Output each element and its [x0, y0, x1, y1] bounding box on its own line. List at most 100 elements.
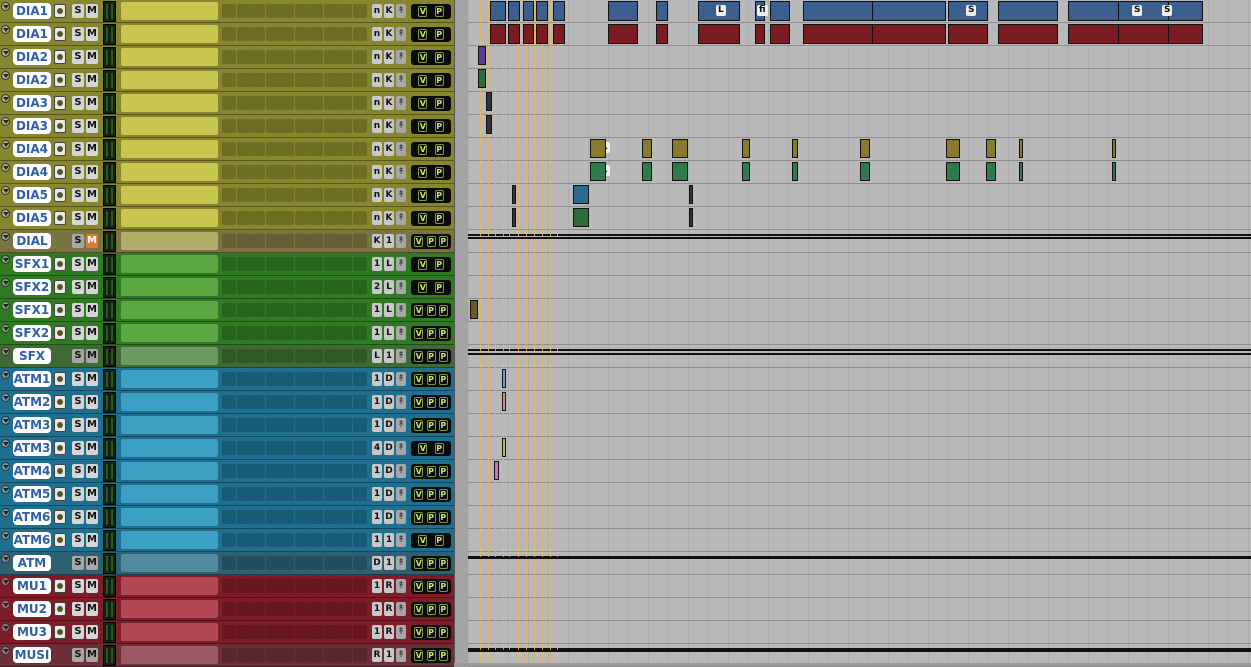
- input-label[interactable]: R: [372, 648, 382, 662]
- record-enable-button[interactable]: [54, 487, 66, 501]
- audio-clip[interactable]: [986, 139, 996, 158]
- output-label[interactable]: 1: [384, 234, 394, 248]
- send-slot[interactable]: [294, 27, 309, 41]
- send-slot[interactable]: [338, 441, 352, 455]
- send-slot[interactable]: [265, 418, 280, 432]
- expand-toggle-icon[interactable]: [1, 623, 10, 632]
- audio-clip[interactable]: [553, 24, 565, 44]
- send-slot[interactable]: [222, 188, 236, 202]
- send-slot[interactable]: [338, 372, 352, 386]
- playlist-button[interactable]: P: [426, 351, 436, 362]
- send-slot[interactable]: [338, 4, 352, 18]
- output-label[interactable]: D: [384, 372, 394, 386]
- send-slot[interactable]: [323, 96, 338, 110]
- send-slot[interactable]: [309, 119, 323, 133]
- send-slot[interactable]: [309, 303, 323, 317]
- mute-button[interactable]: M: [86, 441, 98, 455]
- input-label[interactable]: n: [372, 119, 382, 133]
- solo-button[interactable]: S: [72, 280, 84, 294]
- send-slot[interactable]: [236, 372, 251, 386]
- send-slot[interactable]: [323, 441, 338, 455]
- send-slot[interactable]: [280, 73, 294, 87]
- send-slot[interactable]: [338, 234, 352, 248]
- output-label[interactable]: K: [384, 96, 394, 110]
- view-playlist-group[interactable]: VP: [411, 441, 451, 456]
- send-slot[interactable]: [294, 257, 309, 271]
- pin-icon[interactable]: ↟: [396, 372, 406, 386]
- send-slot[interactable]: [222, 96, 236, 110]
- send-slot[interactable]: [323, 648, 338, 662]
- send-slot[interactable]: [309, 487, 323, 501]
- send-slot[interactable]: [352, 257, 367, 271]
- send-slot[interactable]: [352, 165, 367, 179]
- send-slot[interactable]: [222, 303, 236, 317]
- send-slot[interactable]: [222, 441, 236, 455]
- insert-area[interactable]: [121, 2, 218, 20]
- mute-button[interactable]: M: [86, 211, 98, 225]
- track-lane[interactable]: [468, 644, 1251, 667]
- send-slot[interactable]: [236, 395, 251, 409]
- send-slot[interactable]: [338, 280, 352, 294]
- send-slot[interactable]: [338, 533, 352, 547]
- send-slot[interactable]: [236, 602, 251, 616]
- record-enable-button[interactable]: [54, 4, 66, 18]
- mute-button[interactable]: M: [86, 556, 98, 570]
- pin-icon[interactable]: ↟: [396, 418, 406, 432]
- input-label[interactable]: n: [372, 27, 382, 41]
- record-enable-button[interactable]: [54, 280, 66, 294]
- insert-area[interactable]: [121, 94, 218, 112]
- voice-button[interactable]: V: [414, 351, 424, 362]
- send-slot[interactable]: [236, 188, 251, 202]
- playlist-button[interactable]: P: [438, 558, 448, 569]
- track-name-field[interactable]: ATM: [13, 555, 51, 571]
- send-slot[interactable]: [338, 648, 352, 662]
- send-slot[interactable]: [222, 372, 236, 386]
- solo-button[interactable]: S: [72, 303, 84, 317]
- send-slot[interactable]: [280, 556, 294, 570]
- send-slot[interactable]: [280, 188, 294, 202]
- send-slot[interactable]: [280, 441, 294, 455]
- playlist-button[interactable]: P: [434, 29, 444, 40]
- send-slot[interactable]: [265, 349, 280, 363]
- input-label[interactable]: 1: [372, 602, 382, 616]
- mute-button[interactable]: M: [86, 165, 98, 179]
- pin-icon[interactable]: ↟: [396, 73, 406, 87]
- send-slot[interactable]: [323, 395, 338, 409]
- pin-icon[interactable]: ↟: [396, 96, 406, 110]
- view-playlist-group[interactable]: VP: [411, 533, 451, 548]
- pin-icon[interactable]: ↟: [396, 487, 406, 501]
- send-slot[interactable]: [294, 464, 309, 478]
- solo-button[interactable]: S: [72, 27, 84, 41]
- track-name-field[interactable]: DIA3: [13, 118, 51, 134]
- audio-clip[interactable]: [536, 1, 548, 21]
- track-name-field[interactable]: ATM3: [13, 417, 51, 433]
- send-slot[interactable]: [236, 165, 251, 179]
- mute-button[interactable]: M: [86, 119, 98, 133]
- playlist-button[interactable]: P: [426, 466, 436, 477]
- output-label[interactable]: D: [384, 418, 394, 432]
- voice-button[interactable]: V: [418, 282, 428, 293]
- send-slot[interactable]: [323, 73, 338, 87]
- send-slot[interactable]: [323, 579, 338, 593]
- send-slot[interactable]: [222, 257, 236, 271]
- send-slot[interactable]: [280, 372, 294, 386]
- playlist-button[interactable]: P: [426, 558, 436, 569]
- pin-icon[interactable]: ↟: [396, 257, 406, 271]
- send-slot[interactable]: [222, 579, 236, 593]
- send-slot[interactable]: [294, 142, 309, 156]
- send-slot[interactable]: [222, 349, 236, 363]
- send-slot[interactable]: [251, 27, 265, 41]
- solo-button[interactable]: S: [72, 142, 84, 156]
- send-slot[interactable]: [352, 4, 367, 18]
- send-slot[interactable]: [309, 211, 323, 225]
- voice-button[interactable]: V: [414, 489, 424, 500]
- audio-clip[interactable]: [742, 162, 750, 181]
- send-slot[interactable]: [236, 211, 251, 225]
- insert-area[interactable]: [121, 508, 218, 526]
- view-playlist-group[interactable]: VP: [411, 211, 451, 226]
- expand-toggle-icon[interactable]: [1, 278, 10, 287]
- record-enable-button[interactable]: [54, 418, 66, 432]
- playlist-button[interactable]: P: [434, 259, 444, 270]
- send-slot[interactable]: [352, 27, 367, 41]
- send-slot[interactable]: [309, 625, 323, 639]
